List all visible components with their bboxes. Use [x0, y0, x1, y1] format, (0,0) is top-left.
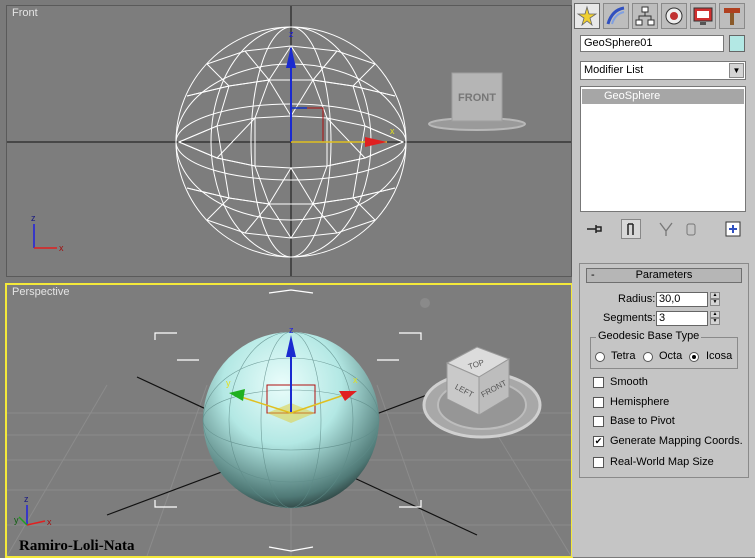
modify-icon [606, 6, 625, 25]
pin-stack-button[interactable] [584, 219, 604, 239]
move-gizmo[interactable]: z x [286, 29, 395, 147]
trash-icon [686, 223, 696, 236]
modifier-list-label: Modifier List [584, 64, 644, 76]
utilities-icon [724, 8, 740, 25]
hierarchy-tab[interactable] [632, 3, 658, 29]
geodesic-base-type-title: Geodesic Base Type [596, 330, 702, 342]
gizmo-z-label: z [289, 29, 294, 39]
axis-tripod-perspective: z x y [14, 494, 52, 527]
persp-gizmo-x-label: x [353, 375, 358, 385]
viewcube-perspective[interactable]: TOP LEFT FRONT [422, 346, 542, 439]
object-name-input[interactable]: GeoSphere01 [580, 35, 724, 52]
generate-mapping-checkbox[interactable]: ✔ [593, 436, 604, 447]
octa-label: Octa [659, 350, 683, 362]
persp-gizmo-z-label: z [289, 325, 294, 335]
make-unique-button[interactable] [656, 219, 676, 239]
watermark: Ramiro-Loli-Nata [19, 538, 135, 554]
segments-label: Segments: [603, 312, 656, 324]
modifier-list-dropdown[interactable]: Modifier List ▼ [580, 61, 746, 80]
base-to-pivot-label: Base to Pivot [610, 415, 675, 427]
radius-label: Radius: [618, 293, 656, 305]
tripod-x-label: x [59, 243, 64, 253]
viewcube-front-face-label: FRONT [458, 92, 496, 104]
base-to-pivot-checkbox[interactable] [593, 416, 604, 427]
parameters-title: Parameters [635, 269, 693, 281]
real-world-map-size-label: Real-World Map Size [610, 456, 714, 468]
chevron-down-icon[interactable]: ▼ [729, 63, 744, 78]
radius-input[interactable]: 30,0 [656, 292, 708, 307]
generate-mapping-label: Generate Mapping Coords. [610, 435, 743, 447]
tripod-z-label: z [31, 213, 36, 223]
create-tab[interactable] [574, 3, 600, 29]
stack-toolbar [580, 219, 746, 241]
persp-tripod-z-label: z [24, 494, 29, 504]
real-world-map-size-checkbox[interactable] [593, 457, 604, 468]
stack-item-geosphere[interactable]: GeoSphere [582, 89, 744, 104]
persp-tripod-y-label: y [14, 515, 19, 525]
radius-spinner[interactable]: ▲ ▼ [710, 292, 720, 307]
command-panel: GeoSphere01 Modifier List ▼ GeoSphere - … [572, 0, 755, 557]
configure-icon [725, 221, 741, 237]
pin-icon [587, 225, 602, 233]
front-viewport[interactable]: z x z x FRONT Front [6, 5, 572, 277]
remove-modifier-button[interactable] [681, 219, 701, 239]
show-end-result-button[interactable] [621, 219, 641, 239]
object-color-swatch[interactable] [729, 35, 745, 52]
make-unique-icon [659, 222, 673, 236]
geodesic-base-type-group: Geodesic Base Type Tetra Octa Icosa [590, 330, 738, 369]
parameters-rollout-header[interactable]: - Parameters [586, 268, 742, 283]
modify-tab[interactable] [603, 3, 629, 29]
hierarchy-icon [635, 6, 655, 26]
perspective-viewport-label[interactable]: Perspective [12, 286, 69, 298]
gizmo-x-label: x [390, 126, 395, 136]
utilities-tab[interactable] [719, 3, 745, 29]
smooth-checkbox[interactable] [593, 377, 604, 388]
create-icon [576, 5, 598, 27]
display-icon [693, 7, 713, 25]
tetra-label: Tetra [611, 350, 636, 362]
persp-gizmo-y-label: y [226, 378, 231, 388]
segments-spinner[interactable]: ▲ ▼ [710, 311, 720, 326]
command-panel-tabs [574, 3, 752, 29]
front-viewport-label[interactable]: Front [12, 7, 38, 19]
motion-tab[interactable] [661, 3, 687, 29]
tetra-radio[interactable] [595, 352, 605, 362]
hemisphere-checkbox[interactable] [593, 397, 604, 408]
axis-tripod: z x [31, 213, 64, 253]
perspective-viewport-canvas[interactable]: z x y z x y TOP LEFT FRONT [7, 285, 571, 556]
collapse-icon: - [591, 269, 595, 281]
persp-tripod-x-label: x [47, 517, 52, 527]
configure-modifier-sets-button[interactable] [723, 219, 743, 239]
lock-icon [420, 298, 430, 308]
smooth-label: Smooth [610, 376, 648, 388]
segments-input[interactable]: 3 [656, 311, 708, 326]
display-tab[interactable] [690, 3, 716, 29]
icosa-radio[interactable] [689, 352, 699, 362]
parameters-rollout: - Parameters Radius: 30,0 ▲ ▼ Segments: 3… [579, 263, 749, 478]
octa-radio[interactable] [643, 352, 653, 362]
end-result-icon [627, 223, 634, 235]
hemisphere-label: Hemisphere [610, 396, 670, 408]
front-viewport-canvas[interactable]: z x z x FRONT [7, 6, 571, 276]
perspective-viewport[interactable]: z x y z x y TOP LEFT FRONT Perspective R… [5, 283, 573, 558]
modifier-stack[interactable]: GeoSphere [580, 86, 746, 212]
icosa-label: Icosa [706, 350, 733, 362]
motion-icon [665, 7, 683, 25]
viewcube-front[interactable]: FRONT [428, 72, 526, 131]
